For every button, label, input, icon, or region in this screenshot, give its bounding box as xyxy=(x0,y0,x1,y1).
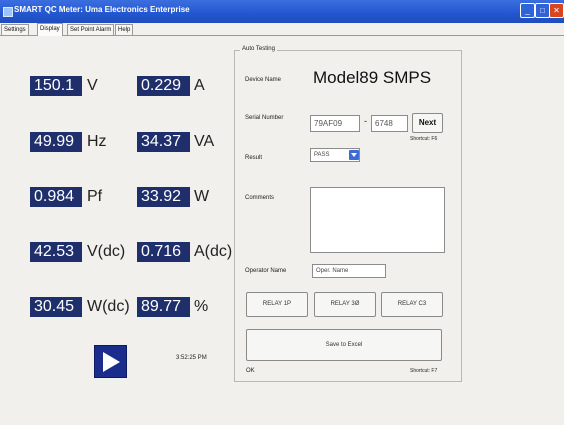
clock-display: 3:52:25 PM xyxy=(176,355,207,361)
readout-value: 34.37 xyxy=(137,132,190,152)
readout-value: 89.77 xyxy=(137,297,190,317)
tab-display[interactable]: Display xyxy=(37,23,63,36)
serial-number-field[interactable]: 6748 xyxy=(371,115,408,132)
operator-name-field[interactable]: Oper. Name xyxy=(312,264,386,278)
serial-number-label: Serial Number xyxy=(245,115,284,121)
readout-unit: VA xyxy=(194,133,215,150)
readout-value: 33.92 xyxy=(137,187,190,207)
serial-prefix-field[interactable]: 79AF09 xyxy=(310,115,360,132)
readout-unit: A(dc) xyxy=(194,243,233,260)
readout-unit: Pf xyxy=(87,188,103,205)
comments-label: Comments xyxy=(245,195,275,201)
readout-value: 150.1 xyxy=(30,76,82,96)
operator-name-label: Operator Name xyxy=(245,268,287,274)
device-name-value: Model89 SMPS xyxy=(313,68,432,87)
panel-title: Auto Testing xyxy=(240,46,277,52)
window-title: SMART QC Meter: Uma Electronics Enterpri… xyxy=(14,5,190,14)
readout-value: 42.53 xyxy=(30,242,82,262)
readout-unit: Hz xyxy=(87,133,107,150)
maximize-button[interactable]: □ xyxy=(535,3,550,18)
tab-settings[interactable]: Settings xyxy=(1,24,29,35)
serial-dash: - xyxy=(364,116,367,126)
tab-bar: Settings Display Set Point Alarm Help xyxy=(0,23,564,36)
readout-unit: V(dc) xyxy=(87,243,126,260)
chevron-down-icon[interactable] xyxy=(349,150,359,160)
relay-1-button[interactable]: RELAY 1P xyxy=(246,292,308,317)
readout-unit: % xyxy=(194,298,209,315)
device-name-label: Device Name xyxy=(245,77,282,83)
next-button[interactable]: Next xyxy=(412,113,443,133)
tab-set-point-alarm[interactable]: Set Point Alarm xyxy=(67,24,115,35)
minimize-button[interactable]: _ xyxy=(520,3,535,18)
readout-value: 49.99 xyxy=(30,132,82,152)
comments-textarea[interactable] xyxy=(310,187,445,253)
shortcut-f6-label: Shortcut: F6 xyxy=(410,136,438,142)
readout-value: 0.984 xyxy=(30,187,82,207)
readout-unit: V xyxy=(87,77,98,94)
close-button[interactable]: ✕ xyxy=(549,3,564,18)
status-text: OK xyxy=(246,368,255,374)
result-label: Result xyxy=(245,155,263,161)
readout-value: 0.716 xyxy=(137,242,190,262)
shortcut-f7-label: Shortcut: F7 xyxy=(410,368,438,374)
relay-3-button[interactable]: RELAY C3 xyxy=(381,292,443,317)
relay-2-button[interactable]: RELAY 3Ø xyxy=(314,292,376,317)
readout-unit: W(dc) xyxy=(87,298,130,315)
readout-unit: W xyxy=(194,188,210,205)
title-bar: SMART QC Meter: Uma Electronics Enterpri… xyxy=(0,0,564,23)
readout-unit: A xyxy=(194,77,205,94)
tab-help[interactable]: Help xyxy=(115,24,134,35)
save-to-excel-button[interactable]: Save to Excel xyxy=(246,329,442,361)
play-button[interactable] xyxy=(94,345,127,378)
readout-value: 0.229 xyxy=(137,76,190,96)
app-icon xyxy=(3,7,13,17)
play-icon xyxy=(103,352,120,372)
readout-value: 30.45 xyxy=(30,297,82,317)
